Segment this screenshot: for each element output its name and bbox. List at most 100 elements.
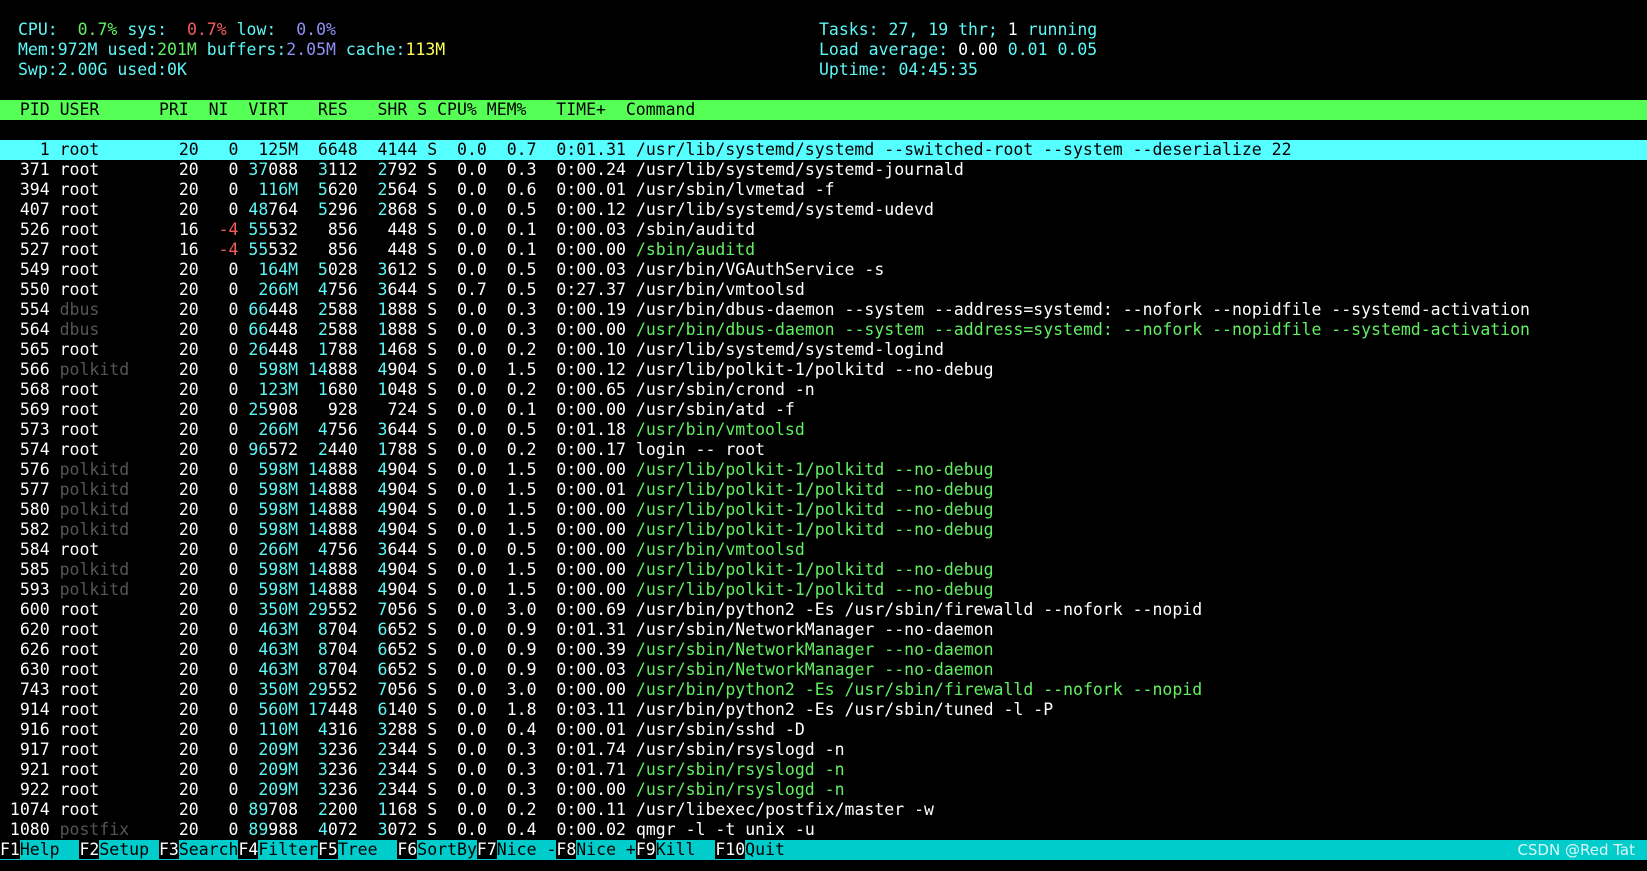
- process-row[interactable]: 630 root 20 0 463M 8704 6652 S 0.0 0.9 0…: [0, 660, 1647, 680]
- mem-cell: 0.3: [496, 740, 537, 759]
- function-key-label-f4[interactable]: Filter: [258, 840, 318, 859]
- process-row[interactable]: 600 root 20 0 350M 29552 7056 S 0.0 3.0 …: [0, 600, 1647, 620]
- user-cell: root: [59, 340, 150, 359]
- time-cell: 0:00.00: [546, 500, 626, 519]
- process-row[interactable]: 1080 postfix 20 0 89988 4072 3072 S 0.0 …: [0, 820, 1647, 840]
- shr-cell: 448: [367, 240, 418, 259]
- process-row[interactable]: 593 polkitd 20 0 598M 14888 4904 S 0.0 1…: [0, 580, 1647, 600]
- state-cell: S: [427, 760, 438, 779]
- process-row[interactable]: 564 dbus 20 0 66448 2588 1888 S 0.0 0.3 …: [0, 320, 1647, 340]
- process-row[interactable]: 626 root 20 0 463M 8704 6652 S 0.0 0.9 0…: [0, 640, 1647, 660]
- process-row[interactable]: 914 root 20 0 560M 17448 6140 S 0.0 1.8 …: [0, 700, 1647, 720]
- cpu-cell: 0.0: [447, 460, 487, 479]
- pri-cell: 20: [158, 620, 199, 639]
- function-key-label-f9[interactable]: Kill: [655, 840, 716, 859]
- function-key-label-f5[interactable]: Tree: [337, 840, 398, 859]
- process-row[interactable]: 527 root 16 -4 55532 856 448 S 0.0 0.1 0…: [0, 240, 1647, 260]
- process-row[interactable]: 1074 root 20 0 89708 2200 1168 S 0.0 0.2…: [0, 800, 1647, 820]
- state-cell: S: [427, 780, 438, 799]
- pri-cell: 20: [158, 320, 199, 339]
- res-cell: 4316: [308, 720, 358, 739]
- process-row[interactable]: 577 polkitd 20 0 598M 14888 4904 S 0.0 1…: [0, 480, 1647, 500]
- load-label: Load average:: [819, 40, 949, 59]
- function-key-label-f2[interactable]: Setup: [99, 840, 159, 859]
- process-list[interactable]: 1 root 20 0 125M 6648 4144 S 0.0 0.7 0:0…: [0, 140, 1647, 860]
- process-row[interactable]: 550 root 20 0 266M 4756 3644 S 0.7 0.5 0…: [0, 280, 1647, 300]
- virt-cell: 55532: [248, 240, 299, 259]
- command-cell: /usr/bin/vmtoolsd: [635, 540, 805, 559]
- function-key-label-f7[interactable]: Nice -: [496, 840, 557, 859]
- process-row[interactable]: 574 root 20 0 96572 2440 1788 S 0.0 0.2 …: [0, 440, 1647, 460]
- state-cell: S: [427, 440, 438, 459]
- pri-cell: 20: [158, 760, 199, 779]
- command-cell: /usr/bin/python2 -Es /usr/sbin/firewalld…: [635, 680, 1203, 699]
- command-cell: /usr/lib/polkit-1/polkitd --no-debug: [635, 480, 994, 499]
- function-key-f7: F7: [476, 840, 497, 859]
- process-row[interactable]: 554 dbus 20 0 66448 2588 1888 S 0.0 0.3 …: [0, 300, 1647, 320]
- time-cell: 0:01.18: [546, 420, 626, 439]
- cpu-cell: 0.0: [447, 560, 487, 579]
- process-row[interactable]: 620 root 20 0 463M 8704 6652 S 0.0 0.9 0…: [0, 620, 1647, 640]
- pri-cell: 20: [158, 280, 199, 299]
- function-key-label-f8[interactable]: Nice +: [576, 840, 636, 859]
- process-row[interactable]: 580 polkitd 20 0 598M 14888 4904 S 0.0 1…: [0, 500, 1647, 520]
- pid-cell: 371: [0, 160, 50, 179]
- mem-cell: 1.5: [496, 520, 537, 539]
- tasks-running: 1: [1007, 20, 1018, 39]
- process-row[interactable]: 576 polkitd 20 0 598M 14888 4904 S 0.0 1…: [0, 460, 1647, 480]
- mem-buffers-label: buffers:: [206, 40, 287, 59]
- function-key-bar: F1Help F2Setup F3SearchF4FilterF5Tree F6…: [0, 840, 1647, 860]
- function-key-label-f3[interactable]: Search: [178, 840, 239, 859]
- process-row[interactable]: 916 root 20 0 110M 4316 3288 S 0.0 0.4 0…: [0, 720, 1647, 740]
- user-cell: polkitd: [59, 360, 150, 379]
- process-row[interactable]: 921 root 20 0 209M 3236 2344 S 0.0 0.3 0…: [0, 760, 1647, 780]
- cpu-cell: 0.0: [447, 680, 487, 699]
- process-row[interactable]: 565 root 20 0 26448 1788 1468 S 0.0 0.2 …: [0, 340, 1647, 360]
- process-row[interactable]: 526 root 16 -4 55532 856 448 S 0.0 0.1 0…: [0, 220, 1647, 240]
- process-row[interactable]: 371 root 20 0 37088 3112 2792 S 0.0 0.3 …: [0, 160, 1647, 180]
- cpu-cell: 0.0: [447, 660, 487, 679]
- cpu-cell: 0.0: [447, 480, 487, 499]
- user-cell: root: [59, 540, 150, 559]
- process-row[interactable]: 549 root 20 0 164M 5028 3612 S 0.0 0.5 0…: [0, 260, 1647, 280]
- pri-cell: 20: [158, 180, 199, 199]
- pid-cell: 922: [0, 780, 50, 799]
- virt-cell: 89988: [248, 820, 299, 839]
- process-row[interactable]: 582 polkitd 20 0 598M 14888 4904 S 0.0 1…: [0, 520, 1647, 540]
- function-key-label-f10[interactable]: Quit: [745, 840, 785, 859]
- user-cell: root: [59, 180, 150, 199]
- process-row[interactable]: 569 root 20 0 25908 928 724 S 0.0 0.1 0:…: [0, 400, 1647, 420]
- pid-cell: 550: [0, 280, 50, 299]
- process-row[interactable]: 584 root 20 0 266M 4756 3644 S 0.0 0.5 0…: [0, 540, 1647, 560]
- mem-cell: 1.5: [496, 480, 537, 499]
- time-cell: 0:00.24: [546, 160, 626, 179]
- process-row[interactable]: 394 root 20 0 116M 5620 2564 S 0.0 0.6 0…: [0, 180, 1647, 200]
- ni-cell: 0: [208, 620, 239, 639]
- process-row[interactable]: 585 polkitd 20 0 598M 14888 4904 S 0.0 1…: [0, 560, 1647, 580]
- res-cell: 14888: [308, 560, 358, 579]
- function-key-label-f1[interactable]: Help: [19, 840, 80, 859]
- command-cell: /usr/sbin/lvmetad -f: [635, 180, 835, 199]
- process-row[interactable]: 573 root 20 0 266M 4756 3644 S 0.0 0.5 0…: [0, 420, 1647, 440]
- state-cell: S: [427, 620, 438, 639]
- process-row[interactable]: 566 polkitd 20 0 598M 14888 4904 S 0.0 1…: [0, 360, 1647, 380]
- process-row[interactable]: 917 root 20 0 209M 3236 2344 S 0.0 0.3 0…: [0, 740, 1647, 760]
- user-cell: root: [59, 140, 150, 159]
- process-row[interactable]: 1 root 20 0 125M 6648 4144 S 0.0 0.7 0:0…: [0, 140, 1647, 160]
- function-key-label-f6[interactable]: SortBy: [417, 840, 477, 859]
- process-row[interactable]: 568 root 20 0 123M 1680 1048 S 0.0 0.2 0…: [0, 380, 1647, 400]
- pid-cell: 626: [0, 640, 50, 659]
- process-row[interactable]: 407 root 20 0 48764 5296 2868 S 0.0 0.5 …: [0, 200, 1647, 220]
- time-cell: 0:01.31: [546, 620, 626, 639]
- mem-cell: 0.2: [496, 340, 537, 359]
- process-row[interactable]: 743 root 20 0 350M 29552 7056 S 0.0 3.0 …: [0, 680, 1647, 700]
- column-header[interactable]: PID USER PRI NI VIRT RES SHR S CPU% MEM%…: [0, 100, 1647, 120]
- process-row[interactable]: 922 root 20 0 209M 3236 2344 S 0.0 0.3 0…: [0, 780, 1647, 800]
- ni-cell: 0: [208, 600, 239, 619]
- cpu-cell: 0.0: [447, 640, 487, 659]
- load-1min: 0.00: [958, 40, 998, 59]
- pri-cell: 20: [158, 780, 199, 799]
- mem-used-value: 201M: [157, 40, 197, 59]
- virt-cell: 266M: [248, 540, 299, 559]
- ni-cell: 0: [208, 300, 239, 319]
